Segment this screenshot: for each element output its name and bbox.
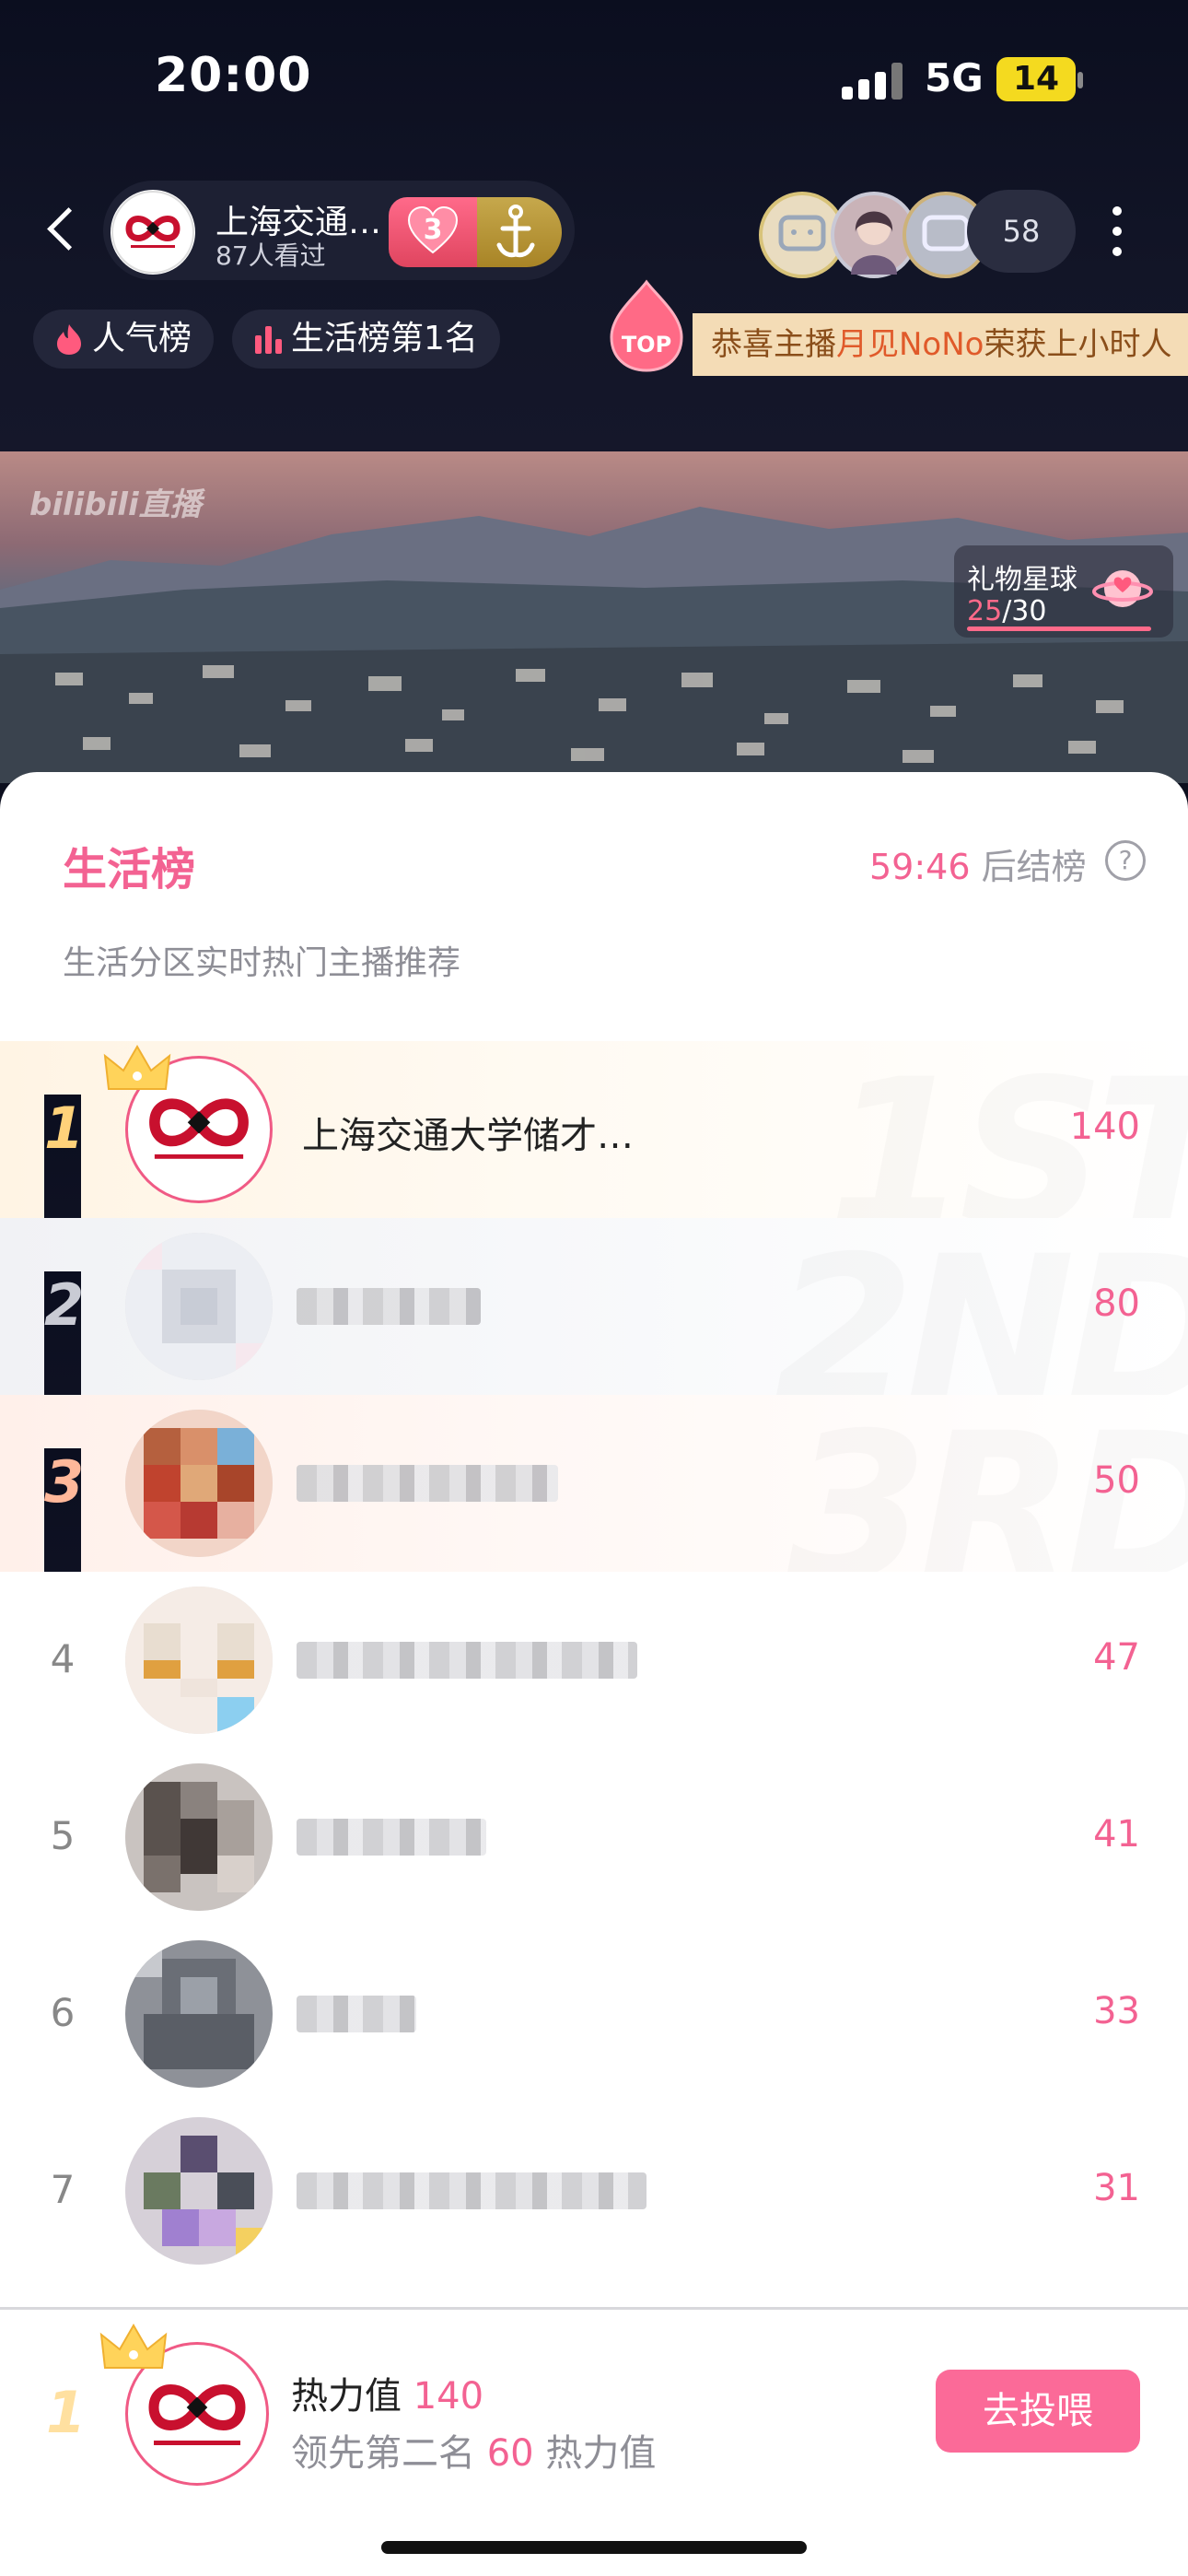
flame-icon (57, 324, 81, 355)
rank-number: 3 (44, 1448, 84, 1572)
battery-icon: 14 (996, 57, 1076, 101)
gift-planet-title: 礼物星球 (967, 564, 1077, 596)
anchor-icon[interactable] (477, 197, 562, 267)
avatar[interactable] (125, 2117, 273, 2265)
lead-info: 领先第二名 60 热力值 (291, 2423, 656, 2476)
fan-medal-badge[interactable]: 3 (389, 197, 477, 267)
signal-icon (842, 63, 903, 100)
tag-popularity[interactable]: 人气榜 (33, 310, 215, 369)
blurred-name (297, 1642, 637, 1679)
network-label: 5G (925, 55, 984, 100)
avatar[interactable] (125, 1410, 273, 1557)
countdown-time: 59:46 (869, 847, 971, 887)
anchor-name: 上海交通大学储才… (302, 1115, 634, 1157)
top-badge-text: TOP (622, 332, 671, 357)
back-icon[interactable] (37, 203, 83, 258)
home-indicator[interactable] (381, 2541, 807, 2554)
table-row[interactable]: 6 33 (0, 1926, 1188, 2102)
table-row[interactable]: 1ST 1 上海交通大学储才… 140 (0, 1041, 1188, 1218)
blurred-name (297, 1819, 486, 1856)
tag-life-rank[interactable]: 生活榜第1名 (232, 310, 500, 369)
bar-chart-icon (255, 326, 282, 354)
countdown-suffix: 后结榜 (970, 847, 1087, 887)
score: 140 (1069, 1106, 1140, 1148)
avatar[interactable] (125, 1587, 273, 1734)
crown-icon (99, 2323, 168, 2369)
gift-planet-bar (967, 626, 1151, 631)
lead-suffix: 热力值 (533, 2432, 657, 2475)
rank-number: 2 (44, 1271, 84, 1395)
fan-level: 3 (423, 214, 443, 246)
blurred-name (297, 1288, 481, 1325)
table-row[interactable]: 3RD 3 50 (0, 1395, 1188, 1572)
notice-highlight: 月见NoNo (836, 326, 984, 363)
table-row[interactable]: 2ND 2 80 (0, 1218, 1188, 1395)
table-row[interactable]: 7 31 (0, 2102, 1188, 2279)
notice-suffix: 荣获上小时人 (984, 326, 1172, 363)
avatar[interactable] (125, 1940, 273, 2088)
blurred-name (297, 2172, 646, 2209)
status-time: 20:00 (155, 48, 312, 103)
tag-popularity-label: 人气榜 (92, 320, 192, 357)
rank-number: 6 (50, 1990, 76, 2035)
bilibili-watermark: bilibili直播 (29, 486, 202, 523)
help-icon[interactable]: ? (1105, 840, 1146, 881)
rank-number: 1 (44, 1095, 84, 1218)
lead-label: 领先第二名 (291, 2432, 487, 2475)
planet-icon (1092, 570, 1153, 607)
my-rank-number: 1 (46, 2379, 87, 2446)
table-row[interactable]: 5 41 (0, 1749, 1188, 1926)
heat-value: 热力值 140 (291, 2366, 483, 2419)
gift-planet-progress: 25/30 (967, 595, 1046, 627)
blurred-name (297, 1465, 558, 1502)
rank-number: 7 (50, 2167, 76, 2212)
lead-number: 60 (486, 2432, 534, 2475)
score: 80 (1093, 1282, 1140, 1325)
gift-planet-total: /30 (1002, 595, 1047, 627)
rank-number: 4 (50, 1636, 76, 1681)
audience-count: 58 (1002, 214, 1041, 249)
crown-icon (103, 1044, 171, 1090)
anchor-viewers: 87人看过 (215, 240, 326, 271)
score: 50 (1093, 1459, 1140, 1502)
score: 31 (1093, 2167, 1140, 2209)
score: 47 (1093, 1636, 1140, 1679)
top-badge-icon: TOP (604, 278, 689, 374)
blurred-name (297, 1996, 416, 2032)
avatar[interactable] (125, 1763, 273, 1911)
notice-banner[interactable]: 恭喜主播月见NoNo荣获上小时人 (693, 313, 1188, 376)
anchor-avatar[interactable] (111, 190, 195, 275)
panel-subtitle: 生活分区实时热门主播推荐 (63, 944, 461, 982)
countdown: 59:46 后结榜 (869, 838, 1087, 889)
panel-title: 生活榜 (63, 844, 196, 896)
score: 33 (1093, 1990, 1140, 2032)
rank-number: 5 (50, 1813, 76, 1858)
avatar[interactable] (125, 1233, 273, 1380)
more-icon[interactable] (1112, 206, 1124, 258)
gift-planet-current: 25 (967, 595, 1003, 627)
vote-button[interactable]: 去投喂 (936, 2370, 1140, 2453)
heat-number: 140 (413, 2375, 484, 2418)
score: 41 (1093, 1813, 1140, 1856)
table-row[interactable]: 4 47 (0, 1572, 1188, 1749)
tag-life-rank-label: 生活榜第1名 (291, 320, 478, 357)
battery-tip (1077, 72, 1083, 88)
battery-level: 14 (1012, 60, 1060, 98)
notice-prefix: 恭喜主播 (711, 326, 836, 363)
heat-label: 热力值 (291, 2375, 413, 2418)
